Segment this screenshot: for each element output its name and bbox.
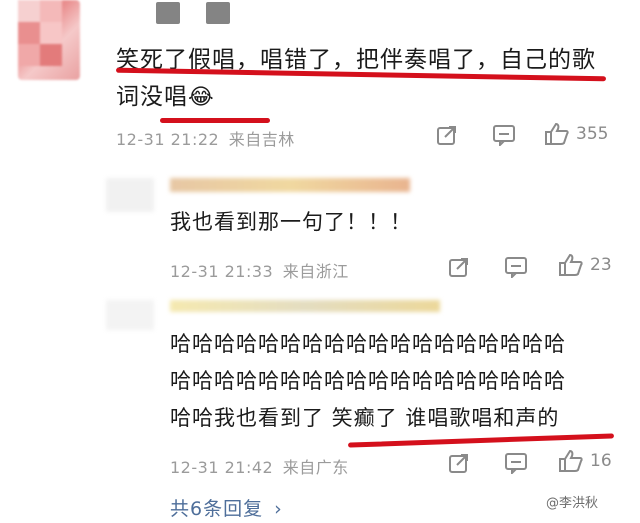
username-redacted[interactable]: [206, 2, 230, 24]
reply-text: 我也看到那一句了！！！: [170, 210, 412, 234]
reply-text-line-2: 哈哈哈哈哈哈哈哈哈哈哈哈哈哈哈哈哈哈: [170, 369, 566, 393]
avatar[interactable]: [18, 0, 80, 80]
reply-text-line-3: 哈哈我也看到了 笑癫了 谁唱歌唱和声的: [170, 406, 560, 430]
share-button[interactable]: [436, 124, 458, 150]
reply-username-redacted[interactable]: [170, 178, 410, 192]
share-icon: [437, 126, 456, 145]
like-count: 355: [576, 124, 609, 144]
more-replies-label: 共6条回复: [170, 498, 264, 520]
reply-location: 来自广东: [282, 458, 349, 477]
reply-time: 12-31 21:33: [170, 262, 274, 281]
share-button[interactable]: [448, 452, 470, 478]
comment-text-line-2: 词没唱: [116, 84, 188, 110]
like-button[interactable]: 23: [558, 253, 612, 277]
like-icon: [559, 253, 583, 276]
comment-time: 12-31 21:22: [116, 130, 220, 149]
comment-icon: [505, 257, 527, 278]
comment-location: 来自吉林: [228, 130, 295, 149]
reply-meta: 12-31 21:42 来自广东: [170, 454, 349, 478]
reply-meta: 12-31 21:33 来自浙江: [170, 258, 349, 282]
comment-meta: 12-31 21:22 来自吉林: [116, 126, 295, 150]
share-icon: [449, 454, 468, 473]
like-count: 16: [590, 451, 612, 471]
share-icon: [449, 258, 468, 277]
reply-location: 来自浙江: [282, 262, 349, 281]
annotation-underline: [160, 118, 270, 123]
watermark: @李洪秋: [546, 496, 599, 511]
like-count: 23: [590, 255, 612, 275]
reply-username-redacted[interactable]: [170, 300, 440, 312]
comment-button[interactable]: [504, 452, 528, 478]
like-icon: [545, 122, 569, 145]
reply-time: 12-31 21:42: [170, 458, 274, 477]
reply-avatar[interactable]: [106, 178, 154, 212]
more-replies-link[interactable]: 共6条回复 ›: [170, 494, 283, 521]
like-button[interactable]: 16: [558, 449, 612, 473]
reply-text-line-1: 哈哈哈哈哈哈哈哈哈哈哈哈哈哈哈哈哈哈: [170, 332, 566, 356]
share-button[interactable]: [448, 256, 470, 282]
reply-text: 哈哈哈哈哈哈哈哈哈哈哈哈哈哈哈哈哈哈 哈哈哈哈哈哈哈哈哈哈哈哈哈哈哈哈哈哈 哈哈…: [170, 326, 630, 437]
laughing-emoji-icon: 😂: [188, 85, 215, 110]
chevron-right-icon: ›: [274, 498, 283, 520]
comment-button[interactable]: [492, 124, 516, 150]
like-icon: [559, 449, 583, 472]
like-button[interactable]: 355: [544, 122, 608, 146]
comment-button[interactable]: [504, 256, 528, 282]
comment-icon: [493, 125, 515, 146]
reply-avatar[interactable]: [106, 300, 154, 330]
comment-icon: [505, 453, 527, 474]
username-redacted[interactable]: [156, 2, 180, 24]
